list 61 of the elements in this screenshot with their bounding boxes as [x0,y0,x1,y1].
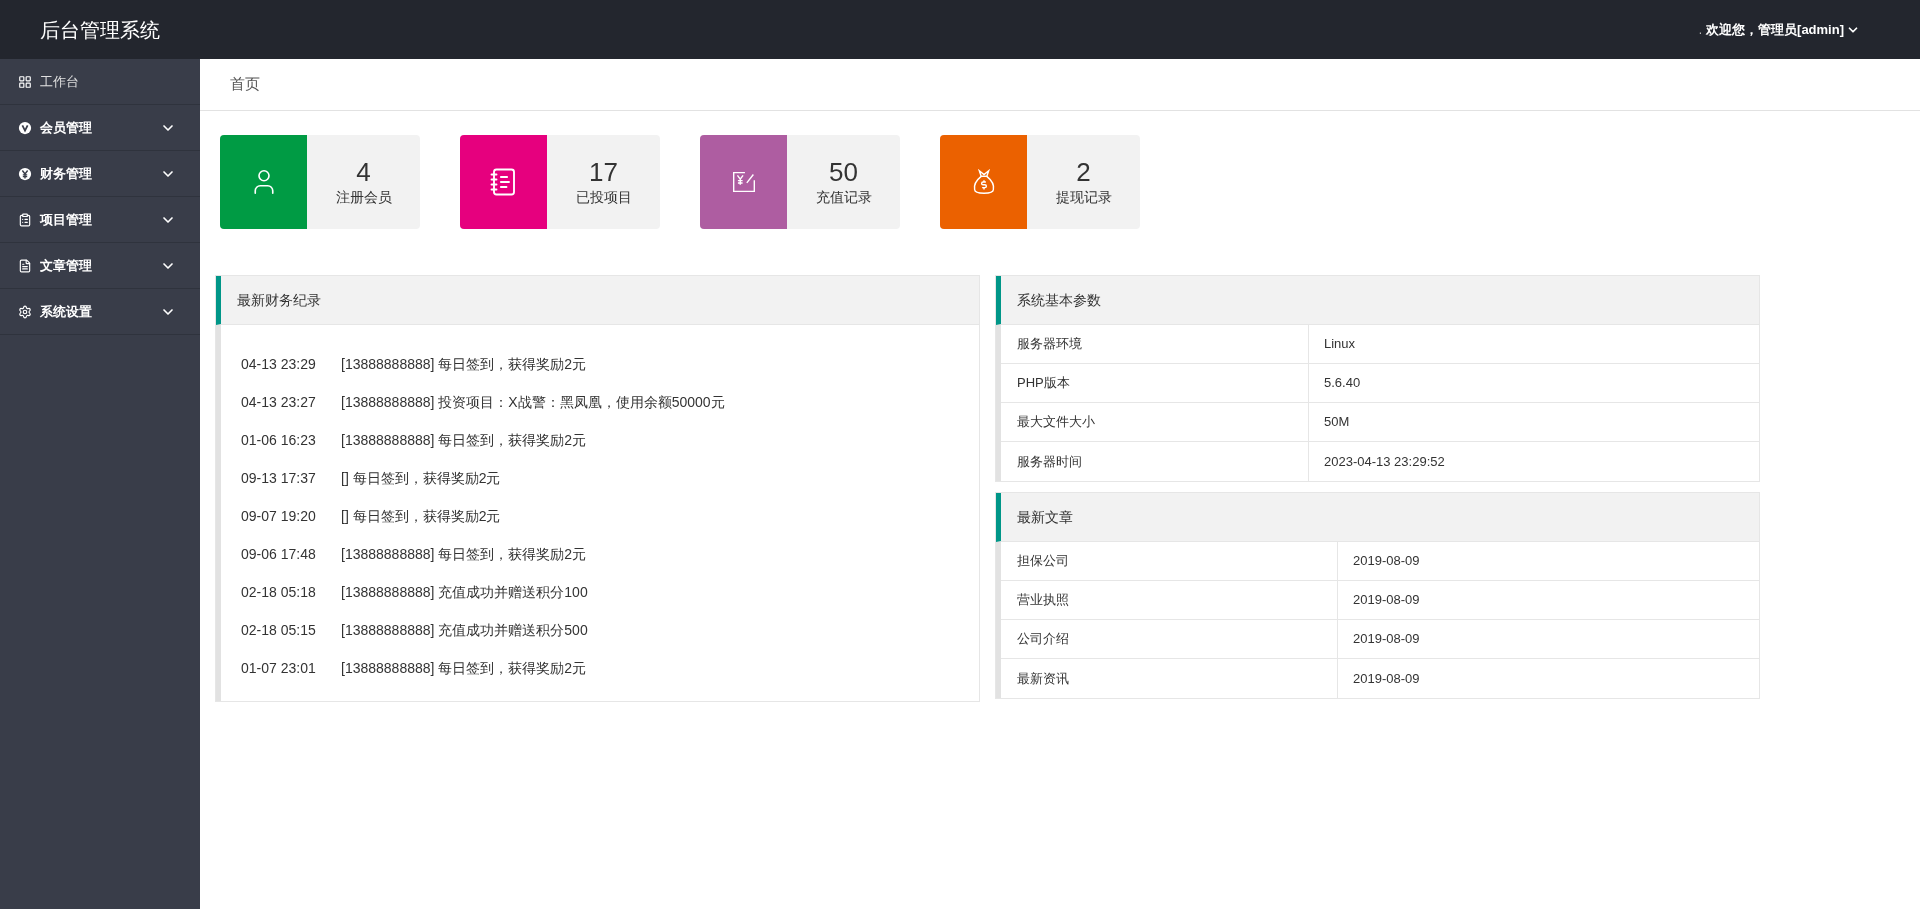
yen-circle-icon [18,166,32,181]
stat-value: 17 [589,156,618,187]
settings-icon [18,304,32,319]
record-text: [13888888888] 充值成功并赠送积分500 [341,620,588,640]
dot-mark: . [1698,21,1703,39]
sidebar-item[interactable]: 项目管理 [0,197,200,243]
grid-icon [18,74,32,89]
record-text: [] 每日签到，获得奖励2元 [341,506,501,526]
record-text: [13888888888] 每日签到，获得奖励2元 [341,430,587,450]
record-time: 09-07 19:20 [241,506,317,526]
stat-value: 4 [356,156,371,187]
sidebar-item[interactable]: 系统设置 [0,289,200,335]
record-text: [13888888888] 充值成功并赠送积分100 [341,582,588,602]
stat-label: 充值记录 [815,187,872,207]
table-cell: 服务器环境 [1001,325,1309,363]
record-time: 09-06 17:48 [241,544,317,564]
record-time: 01-07 23:01 [241,658,317,678]
sidebar-item[interactable]: 财务管理 [0,151,200,197]
table-cell: 最大文件大小 [1001,403,1309,441]
record-time: 04-13 23:27 [241,392,317,412]
panel-title: 最新文章 [1017,507,1073,527]
record-text: [13888888888] 投资项目：X战警：黑凤凰，使用余额50000元 [341,392,725,412]
record-text: [] 每日签到，获得奖励2元 [341,468,501,488]
table-cell: 服务器时间 [1001,442,1309,481]
article-date: 2019-08-09 [1352,630,1421,649]
stat-value: 2 [1076,156,1091,187]
record-text: [13888888888] 每日签到，获得奖励2元 [341,544,587,564]
article-date: 2019-08-09 [1352,669,1421,688]
record-text: [13888888888] 每日签到，获得奖励2元 [341,354,587,374]
clipboard-icon [18,212,32,227]
table-cell-text: 2023-04-13 23:29:52 [1323,452,1446,471]
table-cell-text: 50M [1323,413,1351,432]
sidebar-item[interactable]: 会员管理 [0,105,200,151]
breadcrumb-link[interactable]: 首页 [230,73,260,96]
record-time: 01-06 16:23 [241,430,317,450]
stat-label: 已投项目 [575,187,632,207]
document-icon [18,258,32,273]
table-cell-text: Linux [1323,335,1357,354]
panel-title: 系统基本参数 [1017,290,1101,310]
record-time: 02-18 05:18 [241,582,317,602]
sidebar-item[interactable]: 工作台 [0,59,200,105]
article-title[interactable]: 担保公司 [1001,542,1338,580]
article-date: 2019-08-09 [1352,552,1421,571]
article-date: 2019-08-09 [1352,591,1421,610]
record-time: 09-13 17:37 [241,468,317,488]
user-menu[interactable]: 欢迎您，管理员[admin] [1706,19,1860,40]
record-time: 02-18 05:15 [241,620,317,640]
v-circle-icon [18,120,32,135]
panel-title: 最新财务纪录 [237,290,321,310]
article-title[interactable]: 公司介绍 [1001,620,1338,658]
app-title: 后台管理系统 [40,17,160,43]
table-cell: PHP版本 [1001,364,1309,402]
stat-value: 50 [829,156,858,187]
record-text: [13888888888] 每日签到，获得奖励2元 [341,658,587,678]
record-time: 04-13 23:29 [241,354,317,374]
article-title[interactable]: 营业执照 [1001,581,1338,619]
stat-label: 提现记录 [1055,187,1112,207]
article-title[interactable]: 最新资讯 [1001,659,1338,698]
table-cell-text: 5.6.40 [1323,374,1362,393]
sidebar-item[interactable]: 文章管理 [0,243,200,289]
stat-label: 注册会员 [335,187,392,207]
